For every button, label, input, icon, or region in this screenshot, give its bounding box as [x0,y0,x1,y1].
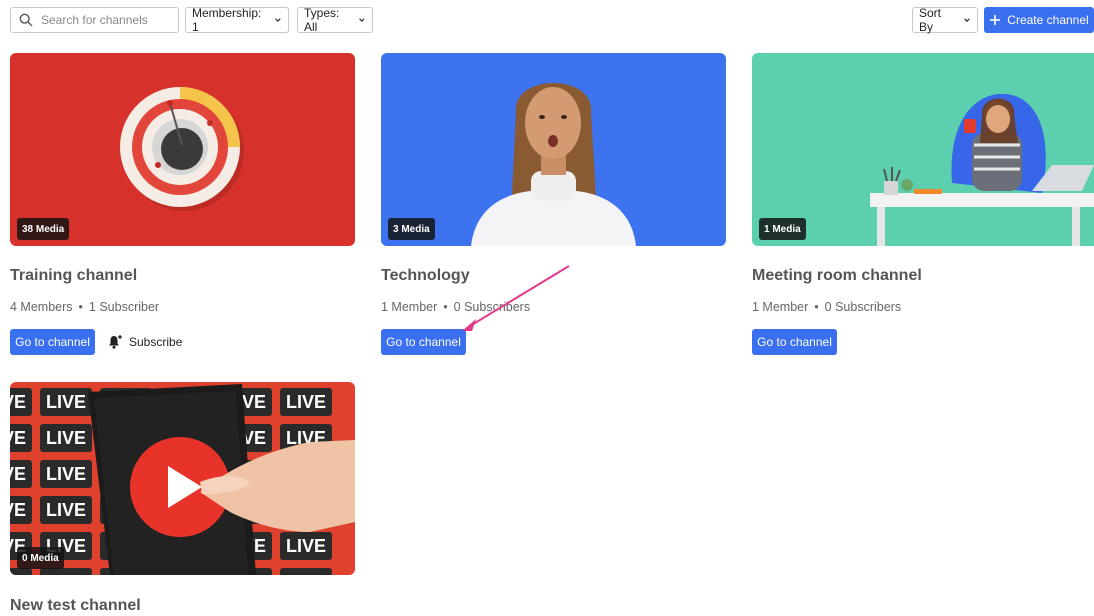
types-filter[interactable]: Types: All [297,6,373,34]
chevron-down-icon [359,18,365,23]
go-to-channel-button[interactable]: Go to channel [10,329,95,355]
member-count: 1 Member [752,300,809,314]
subscribe-button[interactable]: Subscribe [107,334,182,350]
person-photo [381,53,726,246]
create-channel-button[interactable]: Create channel [984,7,1094,33]
channel-thumbnail-training[interactable]: 38 Media [10,53,355,246]
channel-title[interactable]: Training channel [10,267,137,285]
member-count: 4 Members [10,300,73,314]
channel-title[interactable]: New test channel [10,597,141,615]
search-input[interactable] [39,12,173,28]
media-count-badge: 38 Media [17,218,70,240]
sort-by-label: Sort By [919,6,942,34]
channel-thumbnail-new-test[interactable]: LIVELIVELIVELIVELIVELIVELIVELIVELIVELIVE… [10,382,355,575]
media-count-badge: 3 Media [388,218,435,240]
channel-thumbnail-technology[interactable]: 3 Media [381,53,726,246]
channels-page: Membership: 1 Types: All Sort By Create … [0,0,1094,616]
types-filter-label: Types: All [304,6,340,34]
search-box[interactable] [10,7,179,33]
media-count-badge: 1 Media [759,218,806,240]
sort-by-dropdown[interactable]: Sort By [912,6,978,34]
subscriber-count: 1 Subscriber [88,300,160,314]
media-count-badge: 0 Media [17,547,64,569]
plus-icon [990,15,1001,25]
membership-filter-label: Membership: 1 [192,6,262,34]
channel-meta: 1 Member • 0 Subscribers [381,300,531,314]
membership-filter[interactable]: Membership: 1 [185,6,289,34]
search-icon [19,13,33,27]
chevron-down-icon [964,18,970,23]
channel-title[interactable]: Technology [381,267,470,285]
subscriber-count: 0 Subscribers [824,300,902,314]
chevron-down-icon [275,18,281,23]
go-to-channel-button[interactable]: Go to channel [752,329,837,355]
channel-thumbnail-meeting-room[interactable]: 1 Media [752,53,1094,246]
create-channel-label: Create channel [1007,13,1089,27]
bell-plus-icon [109,335,122,349]
channel-meta: 4 Members • 1 Subscriber [10,300,160,314]
play-illustration [88,384,355,575]
subscriber-count: 0 Subscribers [453,300,531,314]
channel-title[interactable]: Meeting room channel [752,267,922,285]
channel-meta: 1 Member • 0 Subscribers [752,300,902,314]
member-count: 1 Member [381,300,438,314]
go-to-channel-button[interactable]: Go to channel [381,329,466,355]
subscribe-label: Subscribe [129,335,183,349]
